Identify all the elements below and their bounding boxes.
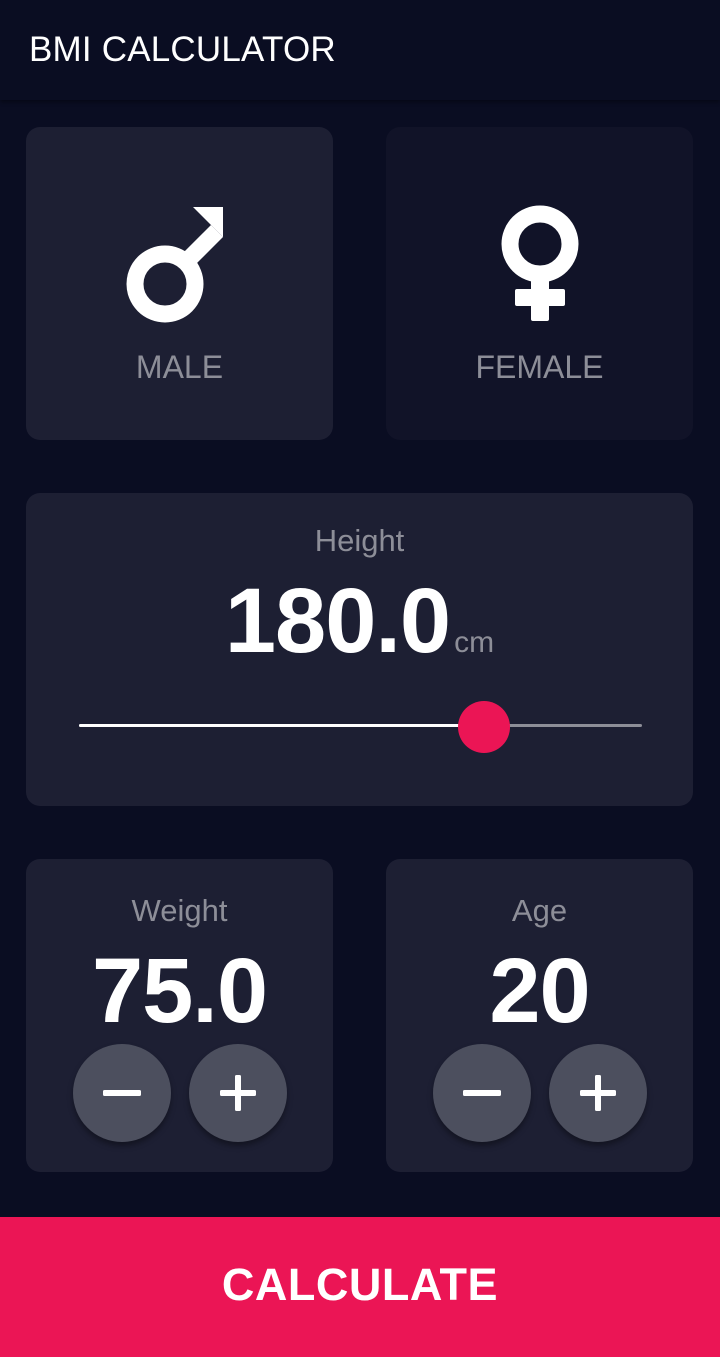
weight-increment-button[interactable] (189, 1044, 287, 1142)
age-decrement-button[interactable] (433, 1044, 531, 1142)
weight-decrement-button[interactable] (73, 1044, 171, 1142)
height-value: 180.0 (224, 570, 451, 672)
weight-value: 75.0 (91, 940, 268, 1042)
height-label: Height (314, 523, 405, 558)
app-bar: BMI CALCULATOR (0, 0, 720, 100)
age-value: 20 (489, 940, 590, 1042)
age-increment-button[interactable] (549, 1044, 647, 1142)
plus-icon (580, 1075, 616, 1111)
minus-icon (103, 1090, 141, 1096)
minus-icon (463, 1090, 501, 1096)
age-label: Age (511, 893, 568, 928)
height-card: Height 180.0 cm (26, 493, 693, 806)
app-title: BMI CALCULATOR (29, 30, 336, 69)
gender-card-female[interactable]: FEMALE (386, 127, 693, 440)
mars-icon (126, 207, 223, 323)
weight-label: Weight (131, 893, 228, 928)
gender-card-male[interactable]: MALE (26, 127, 333, 440)
weight-card: Weight 75.0 (26, 859, 333, 1172)
calculate-label: CALCULATE (221, 1259, 499, 1310)
calculate-button[interactable]: CALCULATE (0, 1217, 720, 1357)
height-unit: cm (454, 626, 495, 659)
slider-thumb[interactable] (457, 701, 510, 753)
male-label: MALE (135, 349, 224, 385)
venus-icon (501, 205, 578, 321)
slider-active-track (79, 724, 484, 727)
height-value-row: 180.0 cm (26, 569, 693, 674)
height-slider[interactable] (79, 701, 642, 753)
plus-icon (220, 1075, 256, 1111)
age-card: Age 20 (386, 859, 693, 1172)
female-label: FEMALE (475, 349, 604, 385)
